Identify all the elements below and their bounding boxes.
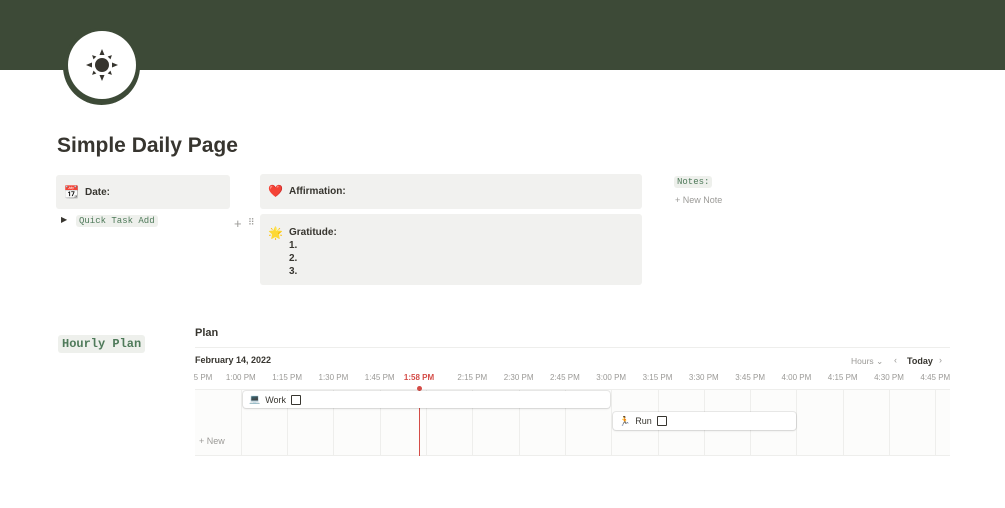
quick-task-add[interactable]: Quick Task Add bbox=[76, 215, 158, 227]
gratitude-item[interactable]: 3. bbox=[289, 265, 337, 278]
checkbox[interactable] bbox=[656, 416, 667, 426]
event-title: Run bbox=[635, 416, 652, 426]
view-select[interactable]: Hours ⌄ bbox=[851, 356, 883, 367]
date-callout[interactable]: 📆 Date: bbox=[56, 175, 230, 209]
time-label: 4:30 PM bbox=[874, 373, 904, 382]
plus-icon: + bbox=[675, 195, 683, 205]
now-time-label: 1:58 PM bbox=[403, 373, 435, 382]
time-label: 3:30 PM bbox=[688, 373, 719, 382]
drag-handle-icon[interactable]: ⠿ bbox=[248, 217, 255, 227]
event-title: Work bbox=[265, 394, 287, 405]
timeline-date: February 14, 2022 bbox=[195, 355, 272, 365]
new-note-button[interactable]: + New Note bbox=[675, 195, 722, 205]
affirmation-callout[interactable]: ❤️ Affirmation: bbox=[260, 174, 642, 209]
event-work[interactable]: 💻 Work bbox=[243, 391, 610, 408]
gratitude-label: Gratitude: bbox=[289, 227, 337, 238]
time-label: 3:45 PM bbox=[735, 373, 765, 382]
grid-line bbox=[935, 389, 937, 456]
runner-icon: 🏃 bbox=[619, 415, 631, 426]
event-run[interactable]: 🏃 Run bbox=[613, 412, 796, 430]
chevron-down-icon: ⌄ bbox=[876, 356, 884, 366]
new-note-label: New Note bbox=[682, 195, 723, 205]
prev-arrow-icon[interactable]: ‹ bbox=[894, 355, 897, 365]
gratitude-callout[interactable]: 🌟 Gratitude: 1. 2. 3. bbox=[260, 214, 642, 285]
time-label: 2:30 PM bbox=[503, 373, 534, 382]
time-label: 1:45 PM bbox=[364, 373, 395, 382]
time-label: 1:00 PM bbox=[225, 373, 256, 382]
grid-line bbox=[796, 389, 798, 456]
time-label: 1:15 PM bbox=[272, 373, 302, 382]
gratitude-item[interactable]: 2. bbox=[289, 252, 337, 265]
new-event-label: New bbox=[206, 436, 225, 446]
timeline-title[interactable]: Plan bbox=[195, 327, 218, 339]
grid-line bbox=[240, 389, 242, 456]
time-label: 2:45 PM bbox=[549, 373, 580, 382]
time-label: 4:45 PM bbox=[920, 373, 951, 382]
next-arrow-icon[interactable]: › bbox=[939, 355, 942, 365]
time-label: 4:15 PM bbox=[827, 373, 858, 382]
cover-banner bbox=[0, 0, 1005, 70]
star-icon: 🌟 bbox=[268, 226, 283, 240]
page-title: Simple Daily Page bbox=[57, 134, 238, 157]
add-block-icon[interactable]: + bbox=[234, 217, 242, 230]
sun-icon bbox=[68, 31, 136, 99]
divider bbox=[195, 347, 950, 348]
calendar-icon: 📆 bbox=[64, 185, 79, 199]
time-label: 4:00 PM bbox=[781, 373, 812, 382]
notes-label: Notes: bbox=[674, 176, 713, 188]
view-label: Hours bbox=[851, 356, 874, 366]
date-label: Date: bbox=[85, 187, 111, 198]
time-label: 5 PM bbox=[193, 373, 213, 382]
today-button[interactable]: Today bbox=[907, 356, 933, 366]
gratitude-item[interactable]: 1. bbox=[289, 239, 337, 252]
hourly-plan-label: Hourly Plan bbox=[58, 335, 146, 353]
toggle-triangle-icon[interactable]: ▶ bbox=[61, 215, 67, 224]
time-label: 1:30 PM bbox=[318, 373, 349, 382]
affirmation-label: Affirmation: bbox=[289, 186, 346, 197]
heart-icon: ❤️ bbox=[268, 184, 283, 198]
time-label: 2:15 PM bbox=[457, 373, 488, 382]
time-label: 3:00 PM bbox=[596, 373, 627, 382]
checkbox[interactable] bbox=[291, 394, 302, 405]
page-icon[interactable] bbox=[63, 28, 140, 105]
new-event-button[interactable]: + New bbox=[199, 436, 225, 446]
grid-line bbox=[889, 389, 890, 456]
grid-line bbox=[842, 389, 844, 456]
time-label: 3:15 PM bbox=[642, 373, 673, 382]
plus-icon: + bbox=[199, 436, 207, 446]
laptop-icon: 💻 bbox=[249, 394, 261, 404]
